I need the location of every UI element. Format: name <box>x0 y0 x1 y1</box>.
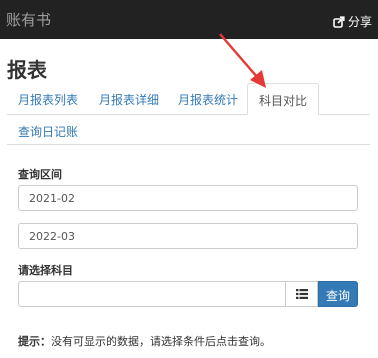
top-navbar: 账有书 分享 <box>0 0 378 39</box>
end-month-input[interactable]: 2022-03 <box>18 223 358 249</box>
hint-text: 没有可显示的数据，请选择条件后点击查询。 <box>51 335 271 348</box>
report-tabs: 月报表列表 月报表详细 月报表统计 科目对比 查询日记账 <box>7 83 370 145</box>
tab-monthly-report-detail[interactable]: 月报表详细 <box>88 83 170 115</box>
share-button[interactable]: 分享 <box>333 13 372 30</box>
page-title: 报表 <box>7 58 47 82</box>
list-icon <box>295 289 308 299</box>
subject-label: 请选择科目 <box>18 264 73 277</box>
subject-input[interactable] <box>18 281 286 307</box>
search-button[interactable]: 查询 <box>318 281 358 307</box>
subject-list-button[interactable] <box>286 281 318 307</box>
share-square-icon <box>333 15 345 28</box>
tab-monthly-report-list[interactable]: 月报表列表 <box>7 83 89 115</box>
annotation-arrow <box>219 33 266 88</box>
range-label: 查询区间 <box>18 168 62 181</box>
tab-journal-query[interactable]: 查询日记账 <box>7 115 89 147</box>
start-month-input[interactable]: 2021-02 <box>18 185 358 211</box>
hint-message: 提示：没有可显示的数据，请选择条件后点击查询。 <box>18 333 271 349</box>
brand-title[interactable]: 账有书 <box>6 9 51 30</box>
hint-prefix: 提示： <box>18 335 51 348</box>
share-label: 分享 <box>347 15 372 29</box>
